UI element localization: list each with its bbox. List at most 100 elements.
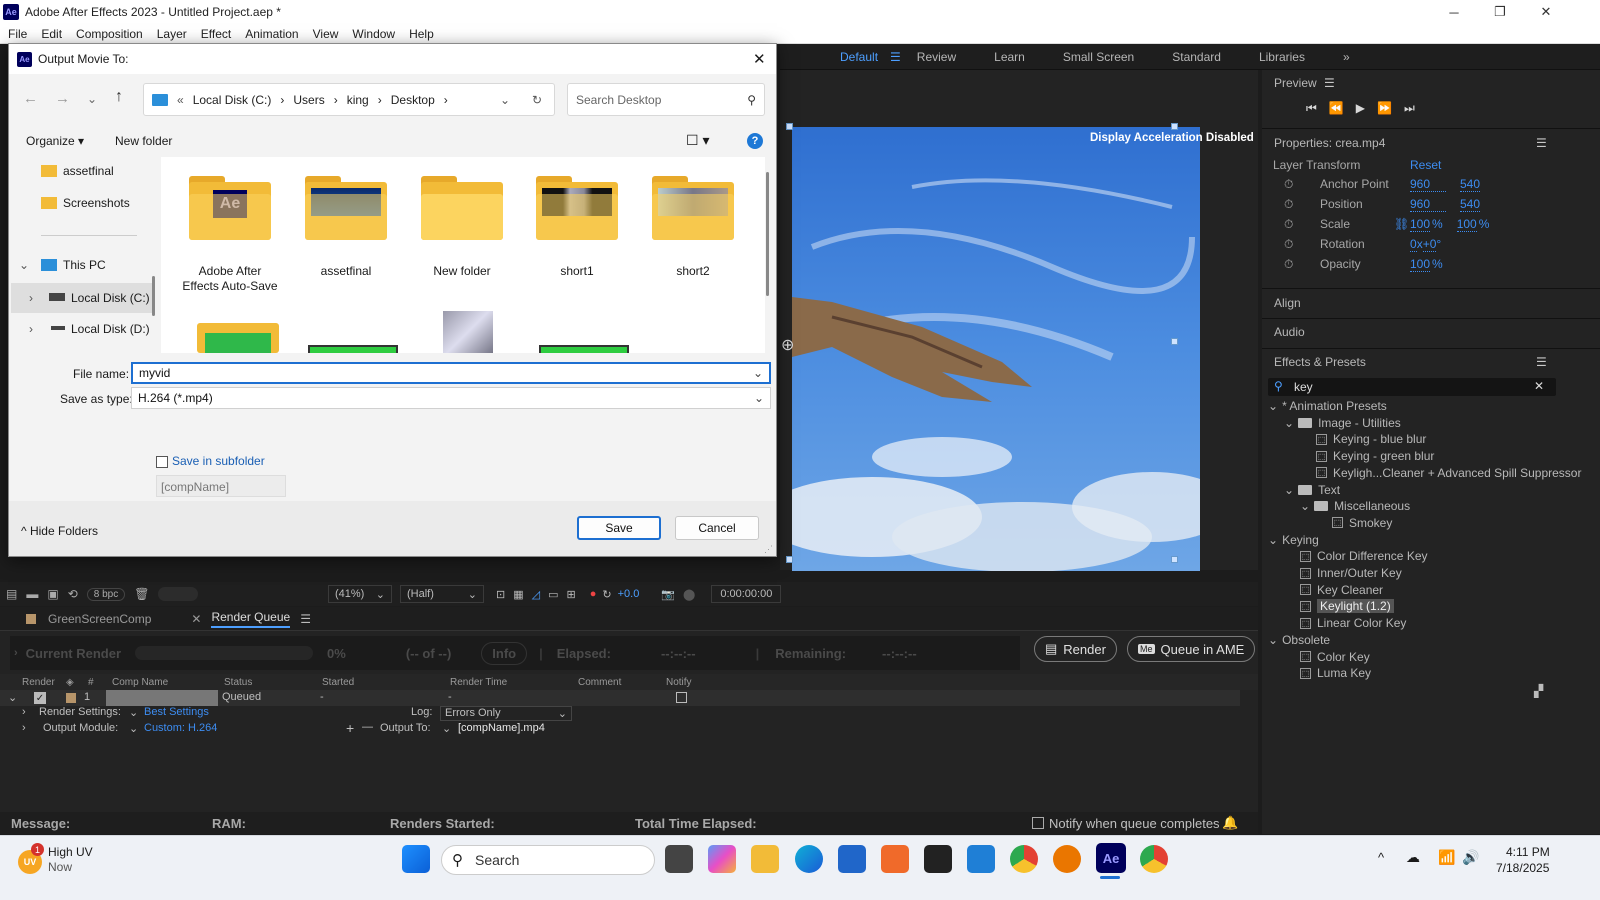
volume-icon[interactable]: 🔊 (1462, 849, 1479, 866)
save-button[interactable]: Save (577, 516, 661, 540)
edge-icon[interactable] (795, 845, 823, 873)
twirl-icon[interactable]: › (22, 722, 26, 734)
forward-icon[interactable]: → (55, 90, 70, 107)
clock-time[interactable]: 4:11 PM (1506, 845, 1550, 859)
col-status[interactable]: Status (224, 677, 252, 688)
chevron-down-icon[interactable]: ⌄ (1284, 483, 1294, 497)
new-comp-icon[interactable]: ▣ (47, 587, 58, 601)
save-in-subfolder-checkbox[interactable] (156, 456, 168, 468)
menu-layer[interactable]: Layer (149, 27, 193, 41)
video-thumbnail[interactable] (539, 345, 629, 353)
back-icon[interactable]: ← (23, 90, 38, 107)
col-started[interactable]: Started (322, 677, 354, 688)
effects-tree-item[interactable]: ⬚ Keylight (1.2) (1300, 598, 1394, 614)
render-checkbox[interactable]: ✓ (34, 692, 46, 704)
effects-tree-item[interactable]: ⌄ Text (1284, 482, 1340, 498)
nav-item-local-disk-c[interactable]: › Local Disk (C:) (11, 283, 153, 313)
chevron-down-icon[interactable]: ⌄ (442, 722, 451, 735)
effects-tree-item[interactable]: ⌄ Keying (1268, 532, 1319, 548)
nav-item-assetfinal[interactable]: assetfinal (41, 164, 114, 178)
align-panel[interactable]: Align (1274, 296, 1301, 310)
bpc-button[interactable]: 8 bpc (86, 587, 126, 601)
breadcrumb-local-disk[interactable]: Local Disk (C:) (193, 93, 272, 107)
transform-handle[interactable] (786, 123, 793, 130)
nav-scrollbar[interactable] (152, 276, 155, 316)
channel-icon[interactable]: ● (590, 588, 597, 600)
file-item-assetfinal[interactable]: assetfinal (296, 176, 396, 278)
menu-window[interactable]: Window (344, 27, 401, 41)
organize-button[interactable]: Organize ▾ (26, 134, 84, 148)
transform-handle[interactable] (1171, 338, 1178, 345)
flowchart-icon[interactable]: ⟲ (68, 587, 78, 601)
output-to-link[interactable]: [compName].mp4 (458, 722, 545, 734)
twirl-icon[interactable]: ⌄ (8, 691, 17, 704)
close-dialog-icon[interactable]: ✕ (753, 50, 766, 68)
file-name-input[interactable]: myvid ⌄ (131, 362, 771, 384)
render-settings-link[interactable]: Best Settings (144, 706, 209, 718)
grid-icon[interactable]: ⊞ (567, 588, 576, 601)
col-comment[interactable]: Comment (578, 677, 621, 688)
save-in-subfolder-label[interactable]: Save in subfolder (172, 454, 265, 468)
effects-tree-item[interactable]: ⬚ Color Key (1300, 649, 1370, 665)
timecode[interactable]: 0:00:00:00 (711, 585, 782, 603)
clear-search-icon[interactable]: ✕ (1534, 379, 1544, 393)
scale-y[interactable]: 100 (1456, 217, 1477, 232)
minimize-icon[interactable]: ─ (1431, 0, 1477, 24)
info-button[interactable]: Info (481, 641, 528, 665)
effects-tree-item[interactable]: ⌄ Miscellaneous (1300, 498, 1410, 514)
nav-item-local-disk-d[interactable]: › Local Disk (D:) (11, 314, 153, 344)
recent-locations-icon[interactable]: ⌄ (87, 92, 97, 106)
menu-help[interactable]: Help (401, 27, 440, 41)
effects-tree-item[interactable]: ⬚ Color Difference Key (1300, 548, 1428, 564)
add-output-icon[interactable]: + (346, 720, 354, 736)
menu-view[interactable]: View (305, 27, 345, 41)
label-color-icon[interactable] (66, 693, 76, 703)
bell-icon[interactable]: 🔔 (1222, 815, 1238, 831)
stopwatch-icon[interactable]: ⏱ (1284, 217, 1320, 232)
chevron-right-icon[interactable]: › (29, 291, 33, 305)
exposure-value[interactable]: +0.0 (618, 588, 640, 600)
transparency-grid-icon[interactable]: ▦ (513, 588, 523, 601)
subfolder-input[interactable]: [compName] (156, 475, 286, 497)
tab-render-queue[interactable]: Render Queue (211, 610, 291, 628)
rotation-turns[interactable]: 0 (1410, 237, 1417, 252)
panel-menu-icon[interactable]: ☰ (1536, 136, 1547, 150)
tab-greenscreen-comp[interactable]: GreenScreenComp (48, 612, 151, 626)
chevron-down-icon[interactable]: ⌄ (500, 93, 510, 107)
notify-queue-checkbox[interactable] (1032, 817, 1044, 829)
anchor-point-icon[interactable]: ⊕ (781, 335, 794, 355)
workspace-overflow-icon[interactable]: » (1343, 50, 1350, 64)
last-frame-icon[interactable]: ⏭ (1404, 101, 1415, 116)
zoom-select[interactable]: (41%) ⌄ (328, 585, 392, 603)
workspace-review[interactable]: Review (917, 50, 956, 64)
project-search[interactable] (158, 587, 199, 601)
anchor-y[interactable]: 540 (1460, 177, 1481, 192)
audio-panel[interactable]: Audio (1274, 325, 1305, 339)
constrain-link-icon[interactable]: ⛓ (1394, 217, 1410, 231)
resize-grip-icon[interactable]: ⋰ (764, 544, 773, 555)
vscode-icon[interactable] (967, 845, 995, 873)
composition-frame[interactable] (792, 127, 1200, 571)
hide-folders-button[interactable]: ^ Hide Folders (21, 524, 98, 538)
breadcrumb-desktop[interactable]: Desktop (391, 93, 435, 107)
workspace-standard[interactable]: Standard (1172, 50, 1221, 64)
queue-in-ame-button[interactable]: Me Queue in AME (1127, 636, 1256, 662)
new-preset-icon[interactable]: ▞ (1534, 684, 1543, 698)
clock-date[interactable]: 7/18/2025 (1496, 861, 1549, 875)
workspace-libraries[interactable]: Libraries (1259, 50, 1305, 64)
table-row[interactable]: ⌄ ✓ 1 Queued - - (0, 690, 1240, 706)
file-list-scrollbar[interactable] (766, 172, 769, 296)
chrome-icon[interactable] (1010, 845, 1038, 873)
chevron-down-icon[interactable]: ⌄ (129, 722, 138, 735)
interpret-footage-icon[interactable]: ▤ (6, 587, 17, 601)
prev-frame-icon[interactable]: ⏪ (1329, 101, 1344, 116)
mask-visibility-icon[interactable]: ◿ (532, 588, 540, 601)
chevron-up-icon[interactable]: ^ (1378, 850, 1384, 865)
epic-games-icon[interactable] (924, 845, 952, 873)
view-options-icon[interactable]: ☐ ▾ (686, 132, 709, 149)
address-bar[interactable]: « Local Disk (C:) › Users › king › Desktop ›… (143, 83, 555, 116)
scale-x[interactable]: 100 (1410, 217, 1431, 232)
stopwatch-icon[interactable]: ⏱ (1284, 237, 1320, 252)
menu-effect[interactable]: Effect (193, 27, 237, 41)
chevron-down-icon[interactable]: ⌄ (129, 706, 138, 719)
